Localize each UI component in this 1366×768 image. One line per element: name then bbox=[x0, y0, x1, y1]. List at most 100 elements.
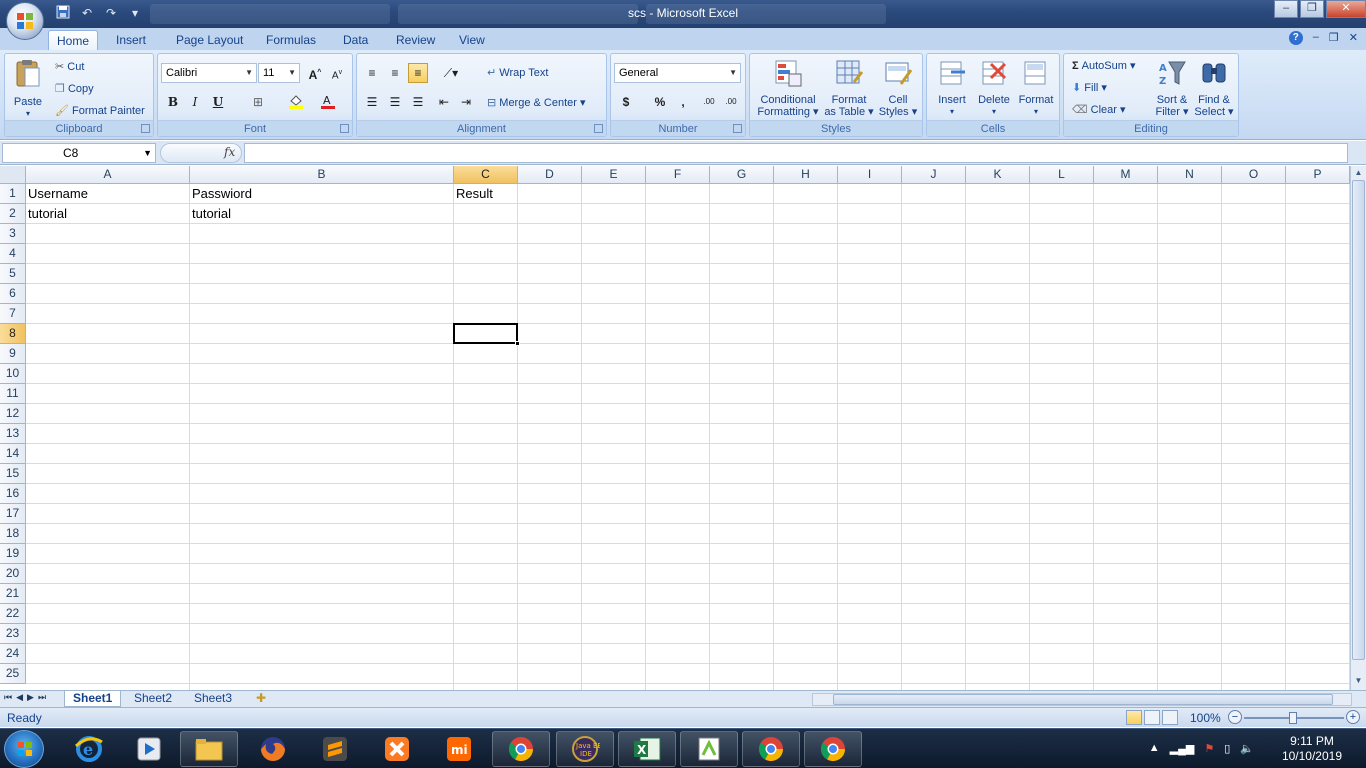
row-header-24[interactable]: 24 bbox=[0, 644, 26, 664]
row-header-7[interactable]: 7 bbox=[0, 304, 26, 324]
horizontal-scrollbar[interactable] bbox=[812, 693, 1352, 706]
close-button[interactable]: ✕ bbox=[1326, 0, 1366, 18]
column-header-h[interactable]: H bbox=[774, 166, 838, 184]
column-header-l[interactable]: L bbox=[1030, 166, 1094, 184]
column-header-k[interactable]: K bbox=[966, 166, 1030, 184]
conditional-formatting-button[interactable]: Conditional Formatting ▾ bbox=[753, 58, 823, 118]
java-ee-ide-icon[interactable]: Java EE IDE bbox=[556, 731, 614, 767]
tab-data[interactable]: Data bbox=[335, 30, 376, 50]
sheet-tab-sheet2[interactable]: Sheet2 bbox=[126, 691, 180, 707]
align-center-icon[interactable]: ☰ bbox=[385, 92, 405, 112]
font-launcher-icon[interactable] bbox=[340, 124, 349, 133]
row-header-3[interactable]: 3 bbox=[0, 224, 26, 244]
row-header-2[interactable]: 2 bbox=[0, 204, 26, 224]
row-header-1[interactable]: 1 bbox=[0, 184, 26, 204]
column-header-o[interactable]: O bbox=[1222, 166, 1286, 184]
page-break-view-icon[interactable] bbox=[1162, 710, 1178, 725]
page-layout-view-icon[interactable] bbox=[1144, 710, 1160, 725]
insert-sheet-icon[interactable]: ✚ bbox=[248, 691, 274, 707]
device-icon[interactable]: ▯ bbox=[1224, 742, 1230, 755]
horizontal-scroll-thumb[interactable] bbox=[833, 694, 1333, 705]
copy-button[interactable]: ❐ Copy bbox=[55, 82, 94, 95]
row-header-19[interactable]: 19 bbox=[0, 544, 26, 564]
format-cells-button[interactable]: Format ▾ bbox=[1015, 58, 1057, 118]
alignment-launcher-icon[interactable] bbox=[594, 124, 603, 133]
row-header-22[interactable]: 22 bbox=[0, 604, 26, 624]
column-header-m[interactable]: M bbox=[1094, 166, 1158, 184]
fill-color-icon[interactable] bbox=[286, 92, 306, 112]
sheet-tab-sheet1[interactable]: Sheet1 bbox=[64, 691, 122, 707]
notepad-plus-plus-icon[interactable] bbox=[680, 731, 738, 767]
number-format-combo[interactable]: General ▼ bbox=[614, 63, 741, 83]
zoom-level[interactable]: 100% bbox=[1190, 711, 1221, 725]
font-name-combo[interactable]: Calibri ▼ bbox=[161, 63, 257, 83]
formula-input[interactable] bbox=[244, 143, 1348, 163]
fill-handle[interactable] bbox=[515, 341, 520, 346]
orientation-icon[interactable]: ⟋▾ bbox=[437, 63, 465, 83]
sheet-tab-sheet3[interactable]: Sheet3 bbox=[186, 691, 240, 707]
row-header-9[interactable]: 9 bbox=[0, 344, 26, 364]
next-sheet-icon[interactable]: ▶ bbox=[27, 692, 34, 703]
bold-button[interactable]: B bbox=[163, 92, 183, 112]
row-header-5[interactable]: 5 bbox=[0, 264, 26, 284]
column-header-d[interactable]: D bbox=[518, 166, 582, 184]
row-header-23[interactable]: 23 bbox=[0, 624, 26, 644]
restore-button[interactable]: ❐ bbox=[1300, 0, 1324, 18]
office-button[interactable] bbox=[6, 2, 44, 40]
volume-icon[interactable]: 🔈 bbox=[1240, 742, 1254, 755]
increase-indent-icon[interactable]: ⇥ bbox=[456, 92, 476, 112]
tab-home[interactable]: Home bbox=[48, 30, 99, 50]
zoom-in-icon[interactable]: + bbox=[1346, 710, 1360, 724]
column-header-n[interactable]: N bbox=[1158, 166, 1222, 184]
row-header-10[interactable]: 10 bbox=[0, 364, 26, 384]
cell-a1[interactable]: Username bbox=[26, 184, 190, 204]
xampp-icon[interactable] bbox=[368, 731, 426, 767]
firefox-icon[interactable] bbox=[244, 731, 302, 767]
zoom-out-icon[interactable]: − bbox=[1228, 710, 1242, 724]
column-header-c[interactable]: C bbox=[454, 166, 518, 184]
row-header-18[interactable]: 18 bbox=[0, 524, 26, 544]
column-header-i[interactable]: I bbox=[838, 166, 902, 184]
insert-cells-button[interactable]: Insert ▾ bbox=[931, 58, 973, 118]
flag-icon[interactable]: ⚑ bbox=[1204, 742, 1214, 755]
row-header-13[interactable]: 13 bbox=[0, 424, 26, 444]
scroll-down-icon[interactable]: ▼ bbox=[1351, 674, 1366, 688]
decrease-decimal-button[interactable]: .00 bbox=[721, 92, 741, 112]
mi-pc-suite-icon[interactable]: mi bbox=[430, 731, 488, 767]
internet-explorer-icon[interactable]: e bbox=[60, 731, 118, 767]
taskbar-clock[interactable]: 9:11 PM 10/10/2019 bbox=[1282, 734, 1342, 764]
autosum-button[interactable]: Σ AutoSum ▾ bbox=[1072, 59, 1136, 72]
column-header-p[interactable]: P bbox=[1286, 166, 1350, 184]
font-color-icon[interactable]: A bbox=[318, 92, 338, 112]
align-bottom-icon[interactable]: ≡ bbox=[408, 63, 428, 83]
column-header-e[interactable]: E bbox=[582, 166, 646, 184]
cut-button[interactable]: ✂ Cut bbox=[55, 60, 84, 73]
row-header-4[interactable]: 4 bbox=[0, 244, 26, 264]
column-header-f[interactable]: F bbox=[646, 166, 710, 184]
tab-view[interactable]: View bbox=[451, 30, 493, 50]
number-launcher-icon[interactable] bbox=[733, 124, 742, 133]
excel-icon[interactable]: X bbox=[618, 731, 676, 767]
tab-page-layout[interactable]: Page Layout bbox=[168, 30, 251, 50]
chrome-icon-2[interactable] bbox=[742, 731, 800, 767]
name-box[interactable]: C8 ▼ bbox=[2, 143, 156, 163]
cell-a2[interactable]: tutorial bbox=[26, 204, 190, 224]
cell-c1[interactable]: Result bbox=[454, 184, 518, 204]
font-size-combo[interactable]: 11 ▼ bbox=[258, 63, 300, 83]
row-header-14[interactable]: 14 bbox=[0, 444, 26, 464]
row-header-12[interactable]: 12 bbox=[0, 404, 26, 424]
align-left-icon[interactable]: ☰ bbox=[362, 92, 382, 112]
media-player-icon[interactable] bbox=[120, 731, 178, 767]
sublime-text-icon[interactable] bbox=[306, 731, 364, 767]
shrink-font-button[interactable]: Av bbox=[327, 63, 347, 83]
row-header-21[interactable]: 21 bbox=[0, 584, 26, 604]
format-as-table-button[interactable]: Format as Table ▾ bbox=[822, 58, 876, 118]
wrap-text-button[interactable]: ↵ Wrap Text bbox=[487, 66, 548, 79]
column-header-j[interactable]: J bbox=[902, 166, 966, 184]
delete-cells-button[interactable]: Delete ▾ bbox=[973, 58, 1015, 118]
currency-button[interactable]: $ bbox=[616, 92, 636, 112]
last-sheet-icon[interactable]: ⏭ bbox=[38, 692, 46, 703]
show-hidden-icons-icon[interactable]: ▲ bbox=[1149, 742, 1160, 755]
decrease-indent-icon[interactable]: ⇤ bbox=[434, 92, 454, 112]
active-cell-cursor[interactable] bbox=[453, 323, 518, 344]
